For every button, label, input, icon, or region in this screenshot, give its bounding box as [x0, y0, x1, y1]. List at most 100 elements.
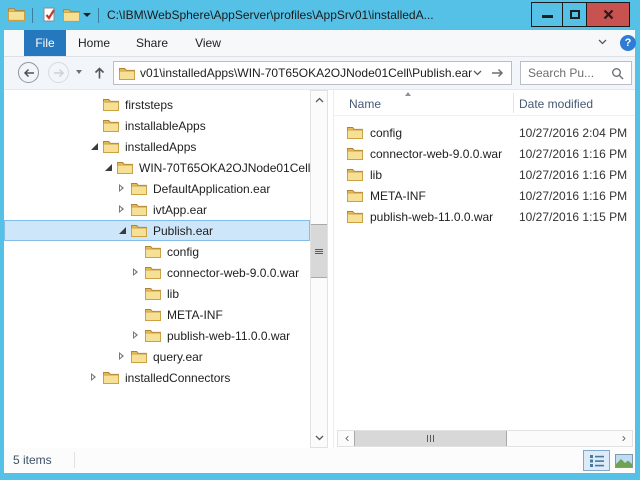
file-list-horizontal-scrollbar[interactable]: [337, 430, 633, 447]
folder-icon: [103, 119, 119, 132]
minimize-icon: [542, 15, 553, 18]
folder-icon: [131, 224, 147, 237]
scroll-up-icon[interactable]: [311, 92, 327, 108]
tab-home[interactable]: Home: [75, 30, 113, 56]
tree-expander-icon[interactable]: [132, 330, 142, 341]
column-header-date-modified[interactable]: Date modified: [519, 97, 593, 111]
file-name[interactable]: config: [370, 126, 402, 140]
tree-item[interactable]: WIN-70T65OKA2OJNode01Cell: [4, 157, 310, 178]
tree-item[interactable]: publish-web-11.0.0.war: [4, 325, 310, 346]
column-header-name[interactable]: Name: [349, 97, 381, 111]
tree-expander-icon[interactable]: [90, 372, 100, 383]
tree-item-label[interactable]: query.ear: [153, 350, 203, 364]
tree-expander-icon[interactable]: [118, 183, 128, 194]
tree-item-label[interactable]: installedApps: [125, 140, 196, 154]
tree-item-label[interactable]: config: [167, 245, 199, 259]
close-button[interactable]: [587, 2, 630, 27]
refresh-go-icon[interactable]: [491, 68, 504, 78]
folder-icon: [145, 308, 161, 321]
file-name[interactable]: publish-web-11.0.0.war: [370, 210, 493, 224]
tree-expander-icon[interactable]: [118, 204, 128, 215]
tree-item[interactable]: firststeps: [4, 94, 310, 115]
app-folder-icon: [8, 7, 25, 21]
up-button[interactable]: [93, 66, 106, 80]
scroll-down-icon[interactable]: [311, 430, 327, 446]
recent-locations-dropdown-icon[interactable]: [76, 70, 82, 74]
tree-item-label[interactable]: installedConnectors: [125, 371, 230, 385]
search-placeholder: Search Pu...: [528, 66, 594, 80]
large-icons-view-icon: [615, 454, 633, 468]
minimize-button[interactable]: [531, 2, 563, 27]
tree-item-label[interactable]: WIN-70T65OKA2OJNode01Cell: [139, 161, 310, 175]
file-name[interactable]: lib: [370, 168, 382, 182]
tab-view[interactable]: View: [189, 30, 227, 56]
file-row[interactable]: config 10/27/2016 2:04 PM: [334, 122, 635, 143]
tree-item[interactable]: lib: [4, 283, 310, 304]
help-button[interactable]: ?: [620, 35, 636, 51]
address-path[interactable]: v01\installedApps\WIN-70T65OKA2OJNode01C…: [140, 66, 473, 80]
details-view-button[interactable]: [583, 450, 610, 471]
tab-file[interactable]: File: [24, 30, 66, 56]
tree-item[interactable]: META-INF: [4, 304, 310, 325]
file-row[interactable]: lib 10/27/2016 1:16 PM: [334, 164, 635, 185]
tree-expander-icon[interactable]: [132, 267, 142, 278]
file-row[interactable]: publish-web-11.0.0.war 10/27/2016 1:15 P…: [334, 206, 635, 227]
ribbon-tabs: File Home Share View ?: [4, 30, 635, 57]
window-title: C:\IBM\WebSphere\AppServer\profiles\AppS…: [107, 8, 522, 22]
tree-expander-icon[interactable]: [118, 351, 128, 362]
tree-item-label[interactable]: installableApps: [125, 119, 206, 133]
tree-expander-icon[interactable]: [118, 225, 128, 236]
tree-item[interactable]: installedApps: [4, 136, 310, 157]
tree-item[interactable]: DefaultApplication.ear: [4, 178, 310, 199]
folder-icon: [103, 371, 119, 384]
tree-scrollbar[interactable]: [310, 90, 328, 448]
folder-icon: [347, 147, 363, 160]
file-name[interactable]: connector-web-9.0.0.war: [370, 147, 502, 161]
tree-scrollbar-thumb[interactable]: [311, 224, 327, 278]
tree-item-label[interactable]: firststeps: [125, 98, 173, 112]
tree-item-label[interactable]: connector-web-9.0.0.war: [167, 266, 299, 280]
scroll-left-icon[interactable]: [339, 431, 354, 446]
titlebar-divider: [32, 8, 33, 23]
tree-item-label[interactable]: publish-web-11.0.0.war: [167, 329, 290, 343]
address-dropdown-icon[interactable]: [473, 70, 482, 76]
tree-expander-icon[interactable]: [90, 141, 100, 152]
search-icon[interactable]: [611, 67, 624, 80]
file-row[interactable]: connector-web-9.0.0.war 10/27/2016 1:16 …: [334, 143, 635, 164]
tree-expander-icon[interactable]: [104, 162, 114, 173]
file-row[interactable]: META-INF 10/27/2016 1:16 PM: [334, 185, 635, 206]
quick-access-properties-button[interactable]: [39, 6, 59, 24]
tab-share[interactable]: Share: [133, 30, 171, 56]
folder-icon: [131, 182, 147, 195]
back-button[interactable]: [18, 62, 39, 83]
tree-item[interactable]: connector-web-9.0.0.war: [4, 262, 310, 283]
tree-item-label[interactable]: ivtApp.ear: [153, 203, 207, 217]
horizontal-scrollbar-thumb[interactable]: [354, 431, 507, 446]
address-bar[interactable]: v01\installedApps\WIN-70T65OKA2OJNode01C…: [113, 61, 512, 85]
expand-ribbon-icon[interactable]: [598, 39, 607, 45]
search-box[interactable]: Search Pu...: [520, 61, 632, 85]
tree-item[interactable]: Publish.ear: [4, 220, 310, 241]
thumb-grip: [315, 253, 323, 254]
large-icons-view-button[interactable]: [612, 450, 635, 471]
tree-item[interactable]: config: [4, 241, 310, 262]
quick-access-new-folder-button[interactable]: [61, 6, 81, 24]
tree-item-label[interactable]: Publish.ear: [153, 224, 213, 238]
tree-item-label[interactable]: META-INF: [167, 308, 223, 322]
explorer-window: C:\IBM\WebSphere\AppServer\profiles\AppS…: [0, 0, 640, 480]
column-divider[interactable]: [513, 93, 514, 113]
maximize-button[interactable]: [563, 2, 587, 27]
folder-icon: [131, 350, 147, 363]
tree-item-label[interactable]: DefaultApplication.ear: [153, 182, 270, 196]
forward-button-disabled[interactable]: [48, 62, 69, 83]
quick-access-dropdown-icon[interactable]: [83, 13, 91, 17]
tree-item-label[interactable]: lib: [167, 287, 179, 301]
tree-item[interactable]: installedConnectors: [4, 367, 310, 388]
tree-item[interactable]: installableApps: [4, 115, 310, 136]
file-name[interactable]: META-INF: [370, 189, 426, 203]
folder-icon: [347, 210, 363, 223]
scroll-right-icon[interactable]: [616, 431, 631, 446]
tree-item[interactable]: query.ear: [4, 346, 310, 367]
tree-item[interactable]: ivtApp.ear: [4, 199, 310, 220]
up-arrow-icon: [93, 66, 106, 80]
